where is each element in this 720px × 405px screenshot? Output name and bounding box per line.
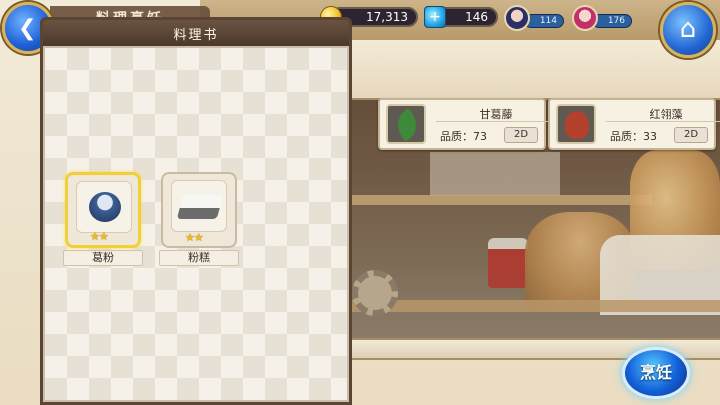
gear-decoration: [352, 270, 398, 316]
recipe-book-panel: 料理书 ★★ 葛粉 ★★ 粉糕: [40, 17, 352, 405]
recipe-item-kudzu-powder[interactable]: ★★ 葛粉: [63, 172, 143, 266]
bowl-icon: [89, 192, 121, 222]
recipe-image: [171, 180, 227, 232]
back-arrow-icon: ❮: [18, 16, 37, 41]
rarity-stars: ★★: [90, 230, 109, 243]
ingredient-duration-tag: 2D: [504, 127, 538, 143]
recipe-item-rice-cake[interactable]: ★★ 粉糕: [159, 172, 239, 266]
ingredient-quality: 品质：33: [610, 130, 657, 143]
ingredient-quality: 品质：73: [440, 130, 487, 143]
shop-window: [430, 152, 560, 196]
recipe-grid: ★★ 葛粉 ★★ 粉糕: [43, 46, 349, 402]
ingredient-card[interactable]: 红翎藻 品质：33 2D: [548, 98, 720, 150]
jam-jar-decoration: [488, 238, 528, 288]
cook-button[interactable]: 烹饪: [622, 347, 690, 399]
ingredient-name: 红翎藻: [606, 106, 720, 122]
recipe-label: 葛粉: [63, 250, 143, 266]
home-button[interactable]: ⌂: [660, 2, 716, 58]
leaf-icon: [390, 108, 424, 142]
ingredient-icon-box: [556, 104, 596, 144]
recipe-card[interactable]: ★★: [161, 172, 237, 248]
seaweed-icon: [565, 111, 589, 139]
ingredient-duration-tag: 2D: [674, 127, 708, 143]
ingredient-name: 甘葛藤: [436, 106, 556, 122]
shop-shelf: [352, 195, 652, 205]
recipe-label: 粉糕: [159, 250, 239, 266]
ingredient-card[interactable]: 甘葛藤 品质：73 2D: [378, 98, 556, 150]
ingredient-icon-box: [386, 104, 426, 144]
rarity-stars: ★★: [185, 231, 204, 244]
home-icon: ⌂: [679, 14, 697, 44]
gem-plus-icon[interactable]: +: [424, 6, 446, 28]
recipe-book-title: 料理书: [43, 20, 349, 46]
scroll-frame-top: [352, 40, 720, 100]
member1-stamina: 114: [524, 14, 564, 28]
recipe-image: [76, 181, 132, 233]
recipe-card[interactable]: ★★: [65, 172, 141, 248]
member2-stamina: 176: [592, 14, 632, 28]
party-member-avatar[interactable]: [504, 5, 530, 31]
shop-counter: [352, 300, 720, 312]
rice-cake-icon: [176, 195, 224, 219]
party-member-avatar[interactable]: [572, 5, 598, 31]
